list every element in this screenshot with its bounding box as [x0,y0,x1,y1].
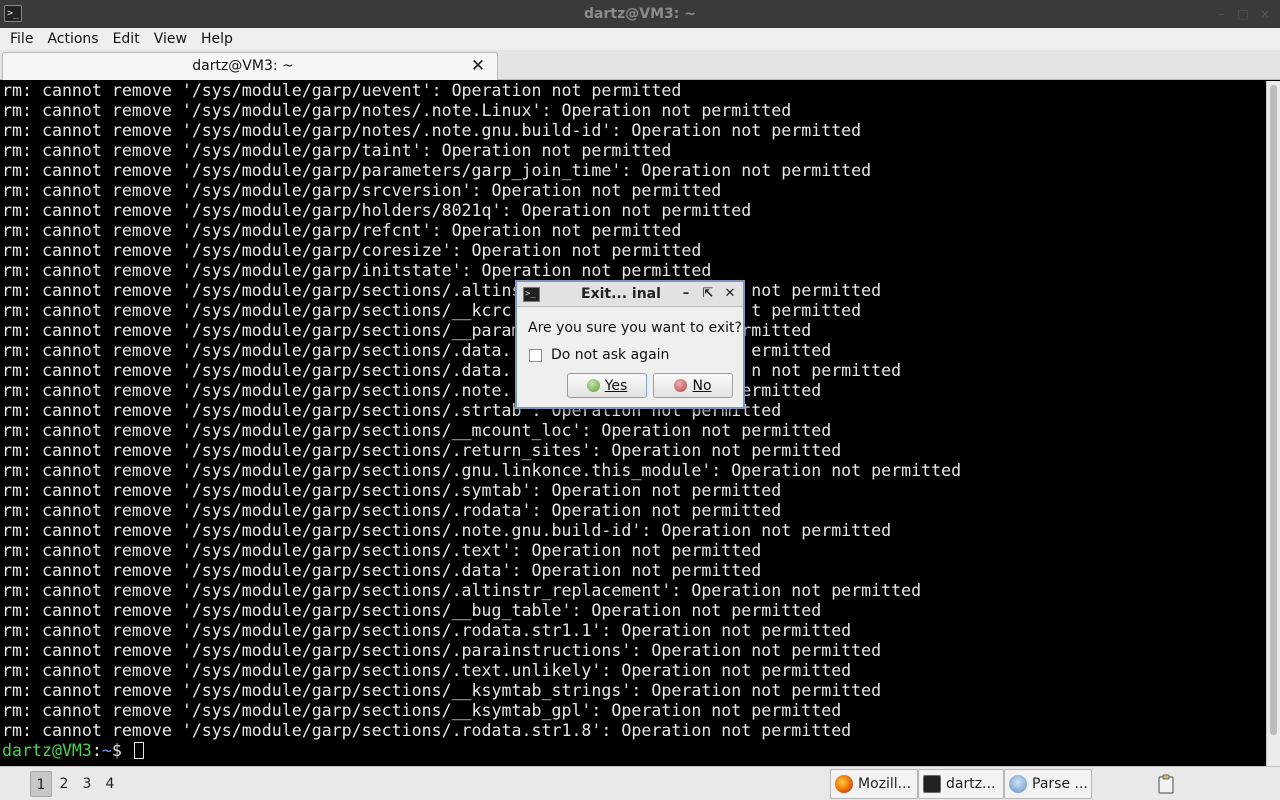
prompt-path: ~ [101,741,112,760]
prompt-separator: : [91,741,102,760]
terminal-line: rm: cannot remove '/sys/module/garp/sect… [2,701,842,720]
terminal-line: rm: cannot remove '/sys/module/garp/sect… [2,481,782,500]
terminal-line: rm: cannot remove '/sys/module/garp/core… [2,241,702,260]
do-not-ask-row[interactable]: Do not ask again [529,347,669,363]
menu-edit[interactable]: Edit [106,28,147,50]
terminal-line: rm: cannot remove '/sys/module/garp/sect… [2,641,882,660]
do-not-ask-label[interactable]: Do not ask again [551,347,669,363]
window-titlebar[interactable]: >_ dartz@VM3: ~ – □ × [0,0,1280,28]
ok-icon [586,379,600,392]
terminal-line: rm: cannot remove '/sys/module/garp/sect… [2,461,962,480]
scrollbar[interactable] [1266,81,1280,766]
menu-file[interactable]: File [3,28,40,50]
menubar: File Actions Edit View Help [0,28,1280,50]
no-button-label: No [692,377,712,394]
maximize-icon[interactable]: □ [1236,4,1250,24]
maximize-icon[interactable]: ⇱ [699,285,717,303]
yes-button-label: Yes [604,377,628,394]
menu-view[interactable]: View [147,28,194,50]
close-icon[interactable]: ✕ [469,57,487,75]
terminal-line: rm: cannot remove '/sys/module/garp/sect… [2,681,882,700]
yes-button[interactable]: Yes [567,373,647,398]
terminal-line: rm: cannot remove '/sys/module/garp/sect… [2,561,762,580]
terminal-line: rm: cannot remove '/sys/module/garp/sect… [2,601,822,620]
tab-bar: dartz@VM3: ~ ✕ [0,50,1280,80]
workspace-3[interactable]: 3 [76,771,98,797]
terminal-line: rm: cannot remove '/sys/module/garp/sect… [2,421,832,440]
dialog-question: Are you sure you want to exit? [528,320,742,336]
taskbar-item-firefox[interactable]: Mozill... [830,769,918,799]
terminal-line: rm: cannot remove '/sys/module/garp/sect… [2,501,782,520]
window-controls: – □ × [1214,4,1272,24]
workspace-1[interactable]: 1 [30,771,52,797]
terminal-line: rm: cannot remove '/sys/module/garp/note… [2,121,862,140]
terminal-line: rm: cannot remove '/sys/module/garp/sect… [2,661,852,680]
close-icon[interactable]: × [1258,4,1272,24]
minimize-icon[interactable]: – [1214,4,1228,24]
workspace-2[interactable]: 2 [53,771,75,797]
taskbar-item-label: Parse ... [1032,776,1088,792]
text-cursor [133,742,144,759]
clipboard-icon[interactable] [1157,774,1175,794]
terminal-line: rm: cannot remove '/sys/module/garp/srcv… [2,181,722,200]
terminal-line: rm: cannot remove '/sys/module/garp/hold… [2,201,752,220]
terminal-line: rm: cannot remove '/sys/module/garp/sect… [2,521,892,540]
tab-label: dartz@VM3: ~ [192,58,294,74]
menu-actions[interactable]: Actions [40,28,105,50]
cancel-icon [674,379,688,392]
workspace-4[interactable]: 4 [99,771,121,797]
terminal-line: rm: cannot remove '/sys/module/garp/sect… [2,541,762,560]
prompt-user: dartz@VM3 [2,741,92,760]
dialog-controls: – ⇱ ✕ [677,285,739,303]
terminal-line: rm: cannot remove '/sys/module/garp/ueve… [2,81,682,100]
close-icon[interactable]: ✕ [721,285,739,303]
taskbar-item-label: dartz... [946,776,996,792]
prompt-symbol: $ [111,741,132,760]
terminal-line: rm: cannot remove '/sys/module/garp/sect… [2,621,852,640]
bird-icon [1009,775,1027,793]
terminal-output[interactable]: rm: cannot remove '/sys/module/garp/ueve… [0,81,1266,766]
terminal-line: rm: cannot remove '/sys/module/garp/para… [2,161,872,180]
terminal-icon [923,775,941,793]
terminal-icon: >_ [523,287,540,302]
terminal-prompt[interactable]: dartz@VM3:~$ [0,741,1266,761]
terminal-line: rm: cannot remove '/sys/module/garp/refc… [2,221,682,240]
menu-help[interactable]: Help [194,28,240,50]
terminal-line: rm: cannot remove '/sys/module/garp/sect… [2,581,922,600]
scrollbar-thumb[interactable] [1270,85,1277,735]
exit-dialog: >_ Exit... inal – ⇱ ✕ Are you sure you w… [515,280,745,409]
dialog-titlebar[interactable]: >_ Exit... inal – ⇱ ✕ [517,282,743,307]
terminal-line: rm: cannot remove '/sys/module/garp/sect… [2,721,852,740]
terminal-tab[interactable]: dartz@VM3: ~ ✕ [2,52,498,80]
firefox-icon [835,775,853,793]
taskbar: 1 2 3 4 Mozill... dartz... Parse ... [0,766,1280,800]
taskbar-item-terminal[interactable]: dartz... [918,769,1004,799]
terminal-line: rm: cannot remove '/sys/module/garp/note… [2,101,792,120]
dialog-title: Exit... inal [581,286,661,302]
no-button[interactable]: No [653,373,733,398]
window-title: dartz@VM3: ~ [584,6,696,22]
terminal-line: rm: cannot remove '/sys/module/garp/sect… [2,441,842,460]
taskbar-item-parse[interactable]: Parse ... [1004,769,1092,799]
do-not-ask-checkbox[interactable] [529,348,542,362]
minimize-icon[interactable]: – [677,285,695,303]
terminal-line: rm: cannot remove '/sys/module/garp/tain… [2,141,672,160]
taskbar-item-label: Mozill... [858,776,912,792]
terminal-line: rm: cannot remove '/sys/module/garp/init… [2,261,712,280]
